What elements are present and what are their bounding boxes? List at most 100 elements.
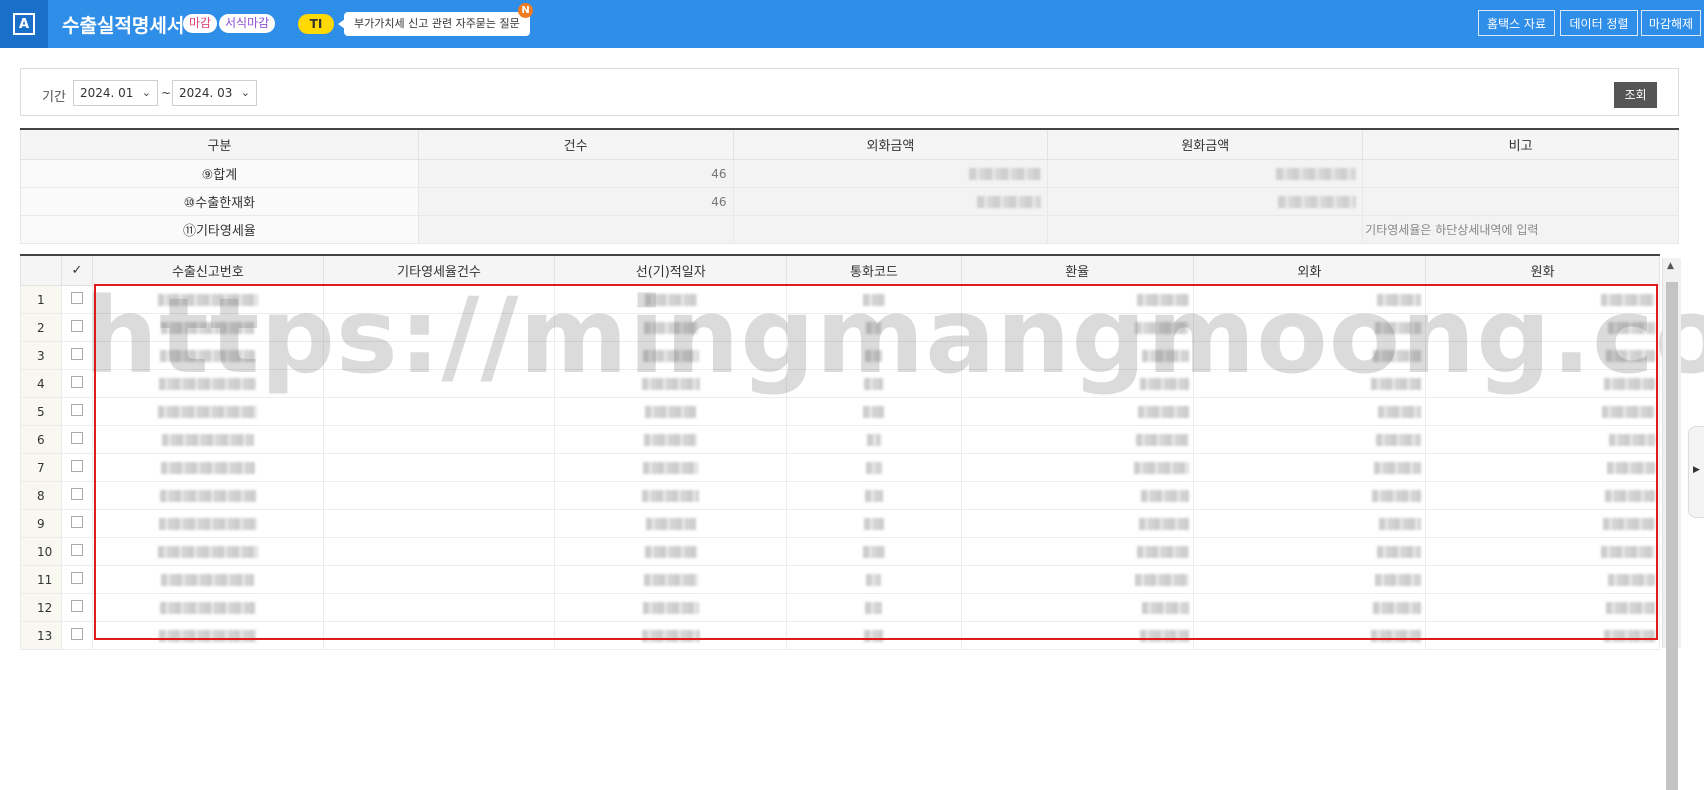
grid-cell[interactable] (91, 341, 324, 370)
grid-header-shipping-date[interactable]: 선(기)적일자 (554, 255, 788, 286)
select-all-check-icon[interactable]: ✓ (60, 255, 93, 286)
data-sort-button[interactable]: 데이터 정렬 (1560, 10, 1638, 36)
grid-header-foreign-currency[interactable]: 외화 (1192, 255, 1427, 286)
grid-cell[interactable] (1425, 621, 1660, 650)
grid-cell[interactable] (554, 397, 788, 426)
row-checkbox[interactable] (70, 459, 83, 472)
table-row[interactable]: 3 (20, 341, 1660, 370)
grid-cell[interactable] (1425, 341, 1660, 370)
grid-cell[interactable] (786, 537, 962, 566)
table-row[interactable]: 6 (20, 425, 1660, 454)
row-checkbox[interactable] (70, 403, 83, 416)
grid-cell[interactable] (960, 369, 1194, 398)
grid-cell[interactable] (960, 341, 1194, 370)
grid-cell[interactable] (91, 369, 324, 398)
grid-cell[interactable] (786, 369, 962, 398)
table-row[interactable]: 9 (20, 509, 1660, 538)
grid-cell[interactable] (554, 341, 788, 370)
grid-cell[interactable] (1425, 565, 1660, 594)
table-row[interactable]: 11 (20, 565, 1660, 594)
grid-header-export-number[interactable]: 수출신고번호 (91, 255, 324, 286)
row-checkbox-cell[interactable] (60, 537, 93, 566)
grid-cell[interactable] (322, 397, 556, 426)
row-checkbox-cell[interactable] (60, 593, 93, 622)
grid-cell[interactable] (554, 313, 788, 342)
grid-cell[interactable] (960, 285, 1194, 314)
grid-cell[interactable] (1192, 537, 1427, 566)
grid-cell[interactable] (91, 621, 324, 650)
grid-cell[interactable] (1192, 341, 1427, 370)
table-row[interactable]: 1 (20, 285, 1660, 314)
grid-cell[interactable] (1192, 509, 1427, 538)
table-row[interactable]: 13 (20, 621, 1660, 650)
hometax-data-button[interactable]: 홈택스 자료 (1478, 10, 1555, 36)
grid-cell[interactable] (322, 341, 556, 370)
grid-cell[interactable] (91, 453, 324, 482)
row-checkbox-cell[interactable] (60, 397, 93, 426)
row-checkbox-cell[interactable] (60, 565, 93, 594)
period-to-select[interactable]: 2024. 03 ⌄ (172, 80, 257, 106)
row-checkbox[interactable] (70, 627, 83, 640)
row-checkbox-cell[interactable] (60, 621, 93, 650)
grid-cell[interactable] (91, 509, 324, 538)
grid-cell[interactable] (91, 313, 324, 342)
grid-cell[interactable] (1192, 565, 1427, 594)
row-checkbox-cell[interactable] (60, 481, 93, 510)
grid-cell[interactable] (554, 509, 788, 538)
grid-cell[interactable] (322, 621, 556, 650)
grid-cell[interactable] (554, 565, 788, 594)
row-checkbox-cell[interactable] (60, 369, 93, 398)
row-checkbox-cell[interactable] (60, 285, 93, 314)
row-checkbox[interactable] (70, 543, 83, 556)
row-checkbox-cell[interactable] (60, 509, 93, 538)
grid-cell[interactable] (554, 481, 788, 510)
grid-cell[interactable] (1192, 621, 1427, 650)
grid-cell[interactable] (322, 565, 556, 594)
row-checkbox-cell[interactable] (60, 425, 93, 454)
row-checkbox[interactable] (70, 515, 83, 528)
grid-cell[interactable] (322, 481, 556, 510)
grid-cell[interactable] (554, 453, 788, 482)
grid-cell[interactable] (960, 425, 1194, 454)
grid-cell[interactable] (1192, 481, 1427, 510)
grid-cell[interactable] (786, 481, 962, 510)
grid-cell[interactable] (554, 425, 788, 454)
row-checkbox[interactable] (70, 487, 83, 500)
grid-cell[interactable] (786, 313, 962, 342)
row-checkbox-cell[interactable] (60, 341, 93, 370)
grid-cell[interactable] (322, 593, 556, 622)
search-button[interactable]: 조회 (1614, 82, 1657, 108)
grid-cell[interactable] (786, 341, 962, 370)
grid-cell[interactable] (1425, 369, 1660, 398)
grid-cell[interactable] (960, 481, 1194, 510)
row-checkbox[interactable] (70, 375, 83, 388)
grid-cell[interactable] (786, 285, 962, 314)
row-checkbox-cell[interactable] (60, 313, 93, 342)
grid-cell[interactable] (1425, 425, 1660, 454)
table-row[interactable]: 10 (20, 537, 1660, 566)
grid-header-currency-code[interactable]: 통화코드 (786, 255, 962, 286)
period-from-select[interactable]: 2024. 01 ⌄ (73, 80, 158, 106)
grid-scrollbar[interactable]: ▲ (1662, 258, 1681, 790)
row-checkbox-cell[interactable] (60, 453, 93, 482)
table-row[interactable]: 8 (20, 481, 1660, 510)
table-row[interactable]: 12 (20, 593, 1660, 622)
row-checkbox[interactable] (70, 291, 83, 304)
grid-cell[interactable] (786, 397, 962, 426)
grid-cell[interactable] (1425, 481, 1660, 510)
faq-bubble-link[interactable]: 부가가치세 신고 관련 자주묻는 질문 (338, 12, 530, 36)
grid-cell[interactable] (786, 621, 962, 650)
grid-cell[interactable] (91, 481, 324, 510)
side-panel-toggle[interactable]: ▶ (1688, 426, 1704, 518)
grid-cell[interactable] (786, 593, 962, 622)
grid-cell[interactable] (786, 509, 962, 538)
grid-cell[interactable] (91, 593, 324, 622)
unclose-button[interactable]: 마감해제 (1641, 10, 1701, 36)
scrollbar-thumb[interactable] (1666, 282, 1678, 790)
table-row[interactable]: 7 (20, 453, 1660, 482)
grid-cell[interactable] (554, 369, 788, 398)
grid-cell[interactable] (322, 425, 556, 454)
row-checkbox[interactable] (70, 347, 83, 360)
grid-cell[interactable] (1192, 369, 1427, 398)
grid-cell[interactable] (1192, 313, 1427, 342)
